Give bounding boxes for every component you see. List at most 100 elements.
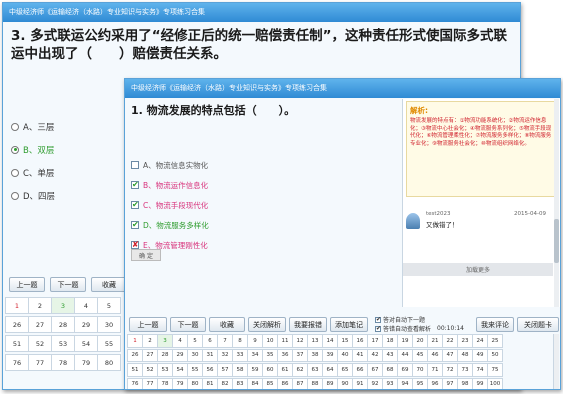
checkbox-checked-icon[interactable]: ✔ xyxy=(131,201,139,209)
option-c[interactable]: C、单层 xyxy=(11,161,55,184)
grid-cell[interactable]: 67 xyxy=(367,363,383,377)
grid-cell[interactable]: 90 xyxy=(337,377,353,389)
next-button[interactable]: 下一题 xyxy=(170,317,206,332)
grid-cell[interactable]: 60 xyxy=(262,363,278,377)
grid-cell[interactable]: 69 xyxy=(397,363,413,377)
grid-cell[interactable]: 54 xyxy=(74,335,98,352)
grid-cell[interactable]: 51 xyxy=(127,363,143,377)
grid-cell[interactable]: 44 xyxy=(397,348,413,362)
grid-cell[interactable]: 78 xyxy=(157,377,173,389)
grid-cell[interactable]: 15 xyxy=(337,334,353,348)
close-card-button[interactable]: 关闭题卡 xyxy=(517,317,559,332)
grid-cell[interactable]: 34 xyxy=(247,348,263,362)
grid-cell[interactable]: 22 xyxy=(442,334,458,348)
grid-cell[interactable]: 57 xyxy=(217,363,233,377)
load-more-button[interactable]: 加载更多 xyxy=(403,263,553,276)
grid-cell[interactable]: 5 xyxy=(187,334,203,348)
grid-cell[interactable]: 52 xyxy=(28,335,52,352)
option-b[interactable]: ✔ B、物流运作信息化 xyxy=(131,175,209,195)
grid-cell[interactable]: 36 xyxy=(277,348,293,362)
grid-cell[interactable]: 82 xyxy=(217,377,233,389)
grid-cell[interactable]: 29 xyxy=(74,316,98,333)
grid-cell[interactable]: 79 xyxy=(74,354,98,371)
grid-cell[interactable]: 100 xyxy=(487,377,503,389)
grid-cell[interactable]: 55 xyxy=(187,363,203,377)
grid-cell[interactable]: 4 xyxy=(74,297,98,314)
grid-cell[interactable]: 6 xyxy=(202,334,218,348)
grid-cell[interactable]: 79 xyxy=(172,377,188,389)
grid-cell[interactable]: 24 xyxy=(472,334,488,348)
grid-cell[interactable]: 3 xyxy=(51,297,75,314)
grid-cell[interactable]: 50 xyxy=(487,348,503,362)
grid-cell[interactable]: 18 xyxy=(382,334,398,348)
grid-cell[interactable]: 85 xyxy=(262,377,278,389)
grid-cell[interactable]: 62 xyxy=(292,363,308,377)
grid-cell[interactable]: 8 xyxy=(232,334,248,348)
grid-cell[interactable]: 26 xyxy=(127,348,143,362)
grid-cell[interactable]: 71 xyxy=(427,363,443,377)
grid-cell[interactable]: 84 xyxy=(247,377,263,389)
grid-scrollbar[interactable] xyxy=(553,334,559,389)
auto-next-toggle[interactable]: ✔ 答对自动下一题 xyxy=(375,315,425,324)
grid-cell[interactable]: 48 xyxy=(457,348,473,362)
grid-cell[interactable]: 86 xyxy=(277,377,293,389)
grid-cell[interactable]: 68 xyxy=(382,363,398,377)
grid-cell[interactable]: 10 xyxy=(262,334,278,348)
grid-cell[interactable]: 72 xyxy=(442,363,458,377)
grid-cell[interactable]: 29 xyxy=(172,348,188,362)
grid-cell[interactable]: 65 xyxy=(337,363,353,377)
grid-cell[interactable]: 40 xyxy=(337,348,353,362)
grid-cell[interactable]: 70 xyxy=(412,363,428,377)
grid-cell[interactable]: 76 xyxy=(5,354,29,371)
grid-cell[interactable]: 64 xyxy=(322,363,338,377)
grid-cell[interactable]: 30 xyxy=(97,316,121,333)
radio-selected-icon[interactable] xyxy=(11,145,19,154)
grid-cell[interactable]: 54 xyxy=(172,363,188,377)
grid-cell[interactable]: 96 xyxy=(427,377,443,389)
grid-cell[interactable]: 63 xyxy=(307,363,323,377)
confirm-button[interactable]: 确 定 xyxy=(131,249,161,261)
grid-cell[interactable]: 80 xyxy=(187,377,203,389)
grid-cell[interactable]: 13 xyxy=(307,334,323,348)
grid-cell[interactable]: 94 xyxy=(397,377,413,389)
grid-cell[interactable]: 66 xyxy=(352,363,368,377)
grid-cell[interactable]: 23 xyxy=(457,334,473,348)
grid-cell[interactable]: 3 xyxy=(157,334,173,348)
checkbox-checked-icon[interactable]: ✔ xyxy=(131,221,139,229)
grid-cell[interactable]: 58 xyxy=(232,363,248,377)
checkbox-wrong-icon[interactable]: ✘ xyxy=(131,241,139,249)
grid-cell[interactable]: 5 xyxy=(97,297,121,314)
grid-cell[interactable]: 78 xyxy=(51,354,75,371)
grid-cell[interactable]: 2 xyxy=(142,334,158,348)
grid-cell[interactable]: 21 xyxy=(427,334,443,348)
grid-cell[interactable]: 17 xyxy=(367,334,383,348)
grid-cell[interactable]: 38 xyxy=(307,348,323,362)
option-a[interactable]: A、物流信息实物化 xyxy=(131,155,209,175)
grid-cell[interactable]: 1 xyxy=(5,297,29,314)
favorite-button[interactable]: 收藏 xyxy=(91,277,127,292)
grid-cell[interactable]: 99 xyxy=(472,377,488,389)
grid-cell[interactable]: 45 xyxy=(412,348,428,362)
grid-cell[interactable]: 19 xyxy=(397,334,413,348)
checkbox-checked-icon[interactable]: ✔ xyxy=(375,325,381,332)
option-d[interactable]: ✔ D、物流服务多样化 xyxy=(131,215,209,235)
add-note-button[interactable]: 添加笔记 xyxy=(330,317,368,332)
grid-cell[interactable]: 49 xyxy=(472,348,488,362)
grid-cell[interactable]: 56 xyxy=(202,363,218,377)
grid-cell[interactable]: 4 xyxy=(172,334,188,348)
grid-cell[interactable]: 27 xyxy=(28,316,52,333)
checkbox-checked-icon[interactable]: ✔ xyxy=(131,181,139,189)
option-a[interactable]: A、三层 xyxy=(11,115,55,138)
grid-cell[interactable]: 87 xyxy=(292,377,308,389)
favorite-button[interactable]: 收藏 xyxy=(209,317,245,332)
panel-scrollbar[interactable] xyxy=(554,99,559,307)
grid-cell[interactable]: 1 xyxy=(127,334,143,348)
grid-cell[interactable]: 27 xyxy=(142,348,158,362)
grid-cell[interactable]: 80 xyxy=(97,354,121,371)
grid-cell[interactable]: 28 xyxy=(157,348,173,362)
report-error-button[interactable]: 我要报错 xyxy=(289,317,327,332)
grid-cell[interactable]: 61 xyxy=(277,363,293,377)
grid-cell[interactable]: 77 xyxy=(142,377,158,389)
grid-cell[interactable]: 75 xyxy=(487,363,503,377)
grid-cell[interactable]: 74 xyxy=(472,363,488,377)
